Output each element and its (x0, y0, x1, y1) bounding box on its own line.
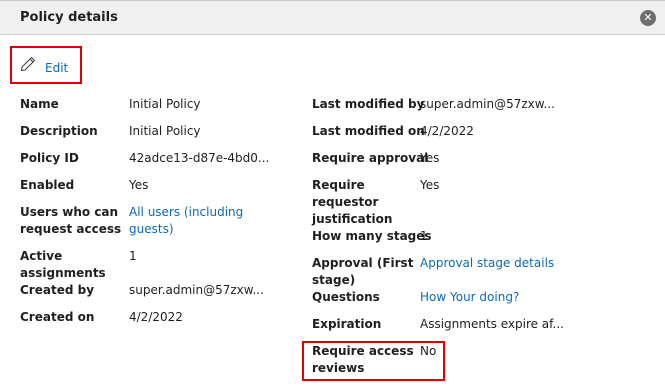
edit-label: Edit (45, 61, 69, 75)
access-reviews-value: No (420, 344, 437, 358)
last-modified-by-value: super.admin@57zxw... (420, 97, 555, 111)
pencil-icon (20, 56, 36, 72)
panel-header: Policy details ✕ (0, 0, 665, 35)
created-by-label: Created by (20, 283, 95, 297)
access-reviews-label-line1: Require access (312, 344, 414, 358)
enabled-value: Yes (129, 178, 149, 192)
policy-id-value: 42adce13-d87e-4bd0... (129, 151, 270, 165)
active-assignments-value: 1 (129, 249, 137, 263)
stages-value: 1 (420, 229, 428, 243)
expiration-label: Expiration (312, 317, 382, 331)
last-modified-on-label: Last modified on (312, 124, 425, 138)
require-approval-label: Require approval (312, 151, 429, 165)
users-label-line1: Users who can (20, 205, 119, 219)
users-link-line1[interactable]: All users (including (129, 204, 243, 221)
policy-id-label: Policy ID (20, 151, 79, 165)
approval-stage-label-line2: stage) (312, 273, 356, 287)
edit-button[interactable]: Edit (10, 46, 82, 84)
require-justification-label-line3: justification (312, 212, 393, 226)
approval-stage-details-link[interactable]: Approval stage details (420, 255, 554, 272)
stages-label: How many stages (312, 229, 432, 243)
require-justification-value: Yes (420, 178, 440, 192)
require-approval-value: Yes (420, 151, 440, 165)
active-assignments-label-line2: assignments (20, 266, 106, 280)
name-label: Name (20, 97, 59, 111)
access-reviews-label-line2: reviews (312, 361, 365, 375)
last-modified-on-value: 4/2/2022 (420, 124, 474, 138)
require-justification-label-line2: requestor (312, 195, 379, 209)
users-label-line2: request access (20, 222, 122, 236)
active-assignments-label-line1: Active (20, 249, 63, 263)
created-by-value: super.admin@57zxw... (129, 283, 264, 297)
require-justification-label-line1: Require (312, 178, 365, 192)
created-on-value: 4/2/2022 (129, 310, 183, 324)
name-value: Initial Policy (129, 97, 201, 111)
questions-label: Questions (312, 290, 380, 304)
questions-link[interactable]: How Your doing? (420, 289, 519, 306)
created-on-label: Created on (20, 310, 95, 324)
panel-title: Policy details (20, 10, 118, 25)
expiration-value: Assignments expire af... (420, 317, 564, 331)
description-label: Description (20, 124, 98, 138)
enabled-label: Enabled (20, 178, 75, 192)
description-value: Initial Policy (129, 124, 201, 138)
close-circle-icon[interactable]: ✕ (640, 10, 656, 26)
approval-stage-label-line1: Approval (First (312, 256, 414, 270)
users-link-line2[interactable]: guests) (129, 221, 174, 238)
last-modified-by-label: Last modified by (312, 97, 425, 111)
